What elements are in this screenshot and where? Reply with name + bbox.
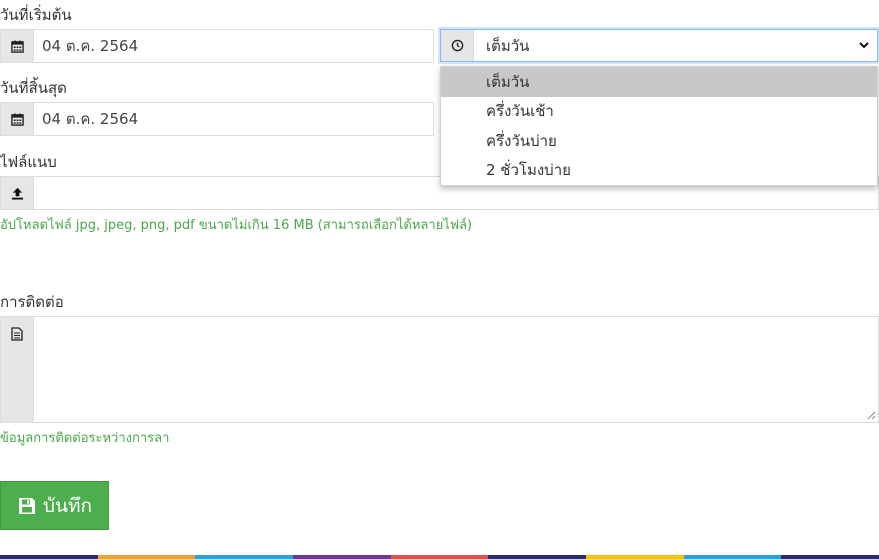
calendar-icon[interactable] <box>1 30 34 62</box>
period-option[interactable]: ครึ่งวันบ่าย <box>441 126 877 156</box>
period-select[interactable]: เต็มวัน <box>440 29 878 62</box>
period-option[interactable]: 2 ชั่วโมงบ่าย <box>441 156 877 186</box>
attachment-label: ไฟล์แนบ <box>0 153 57 171</box>
resize-handle-icon[interactable] <box>867 411 876 420</box>
save-button[interactable]: บันทึก <box>0 481 109 530</box>
contact-label: การติดต่อ <box>0 293 64 311</box>
period-option[interactable]: ครึ่งวันเช้า <box>441 97 877 127</box>
attachment-help-text: อัปโหลดไฟล์ jpg, jpeg, png, pdf ขนาดไม่เ… <box>0 218 473 233</box>
period-option[interactable]: เต็มวัน <box>441 67 877 97</box>
start-date-label: วันที่เริ่มต้น <box>0 6 72 24</box>
end-date-group: 04 ต.ค. 2564 <box>0 102 434 136</box>
start-date-group: 04 ต.ค. 2564 <box>0 29 434 63</box>
calendar-icon[interactable] <box>1 103 34 135</box>
upload-icon[interactable] <box>1 177 34 209</box>
floppy-disk-icon <box>18 497 35 514</box>
contact-textarea[interactable] <box>34 317 878 422</box>
contact-group <box>0 316 879 423</box>
end-date-label: วันที่สิ้นสุด <box>0 79 67 97</box>
period-dropdown-list: เต็มวัน ครึ่งวันเช้า ครึ่งวันบ่าย 2 ชั่ว… <box>440 66 878 186</box>
start-date-input[interactable]: 04 ต.ค. 2564 <box>34 30 433 62</box>
end-date-input[interactable]: 04 ต.ค. 2564 <box>34 103 433 135</box>
save-button-label: บันทึก <box>42 494 93 517</box>
bottom-color-stripe <box>0 555 879 559</box>
document-icon <box>1 317 34 422</box>
contact-help-text: ข้อมูลการติดต่อระหว่างการลา <box>0 431 170 446</box>
chevron-down-icon <box>851 30 877 61</box>
clock-icon <box>441 30 474 61</box>
period-selected-value: เต็มวัน <box>486 36 530 55</box>
